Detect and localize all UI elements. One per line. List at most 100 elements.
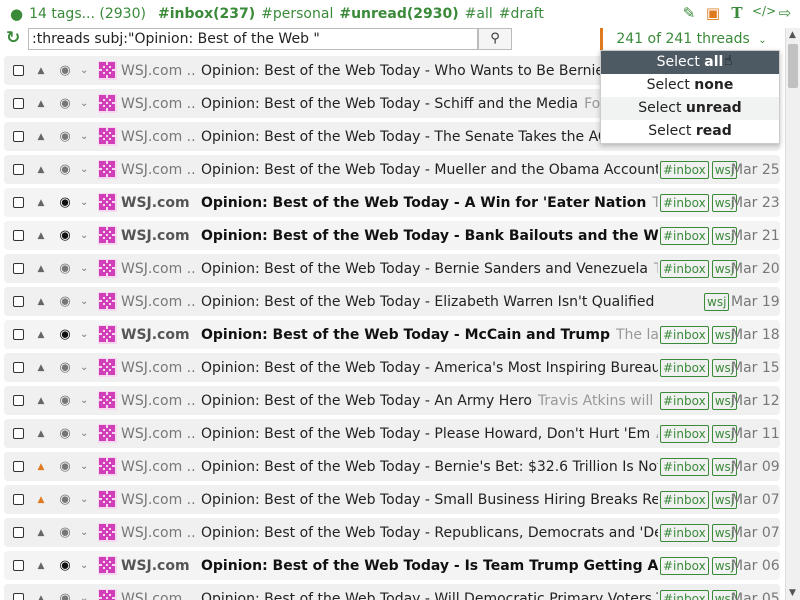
chevron-down-icon[interactable]: ⌄ <box>80 296 92 307</box>
scrollbar[interactable]: ▲ ▼ <box>785 28 800 600</box>
search-input[interactable] <box>28 28 478 50</box>
thread-row[interactable]: ▲ ◉ ⌄ WSJ.com ... Opinion: Best of the Web T… <box>4 287 780 316</box>
tag-link[interactable]: #unread(2930) <box>339 6 458 22</box>
tags-icon[interactable]: ● <box>10 5 23 23</box>
thread-row[interactable]: ▲ ◉ ⌄ WSJ.com ... Opinion: Best of the Web T… <box>4 452 780 481</box>
pin-icon[interactable]: ▲ <box>34 462 48 472</box>
scroll-thumb[interactable] <box>788 44 798 88</box>
thread-row[interactable]: ▲ ◉ ⌄ WSJ.com ... Opinion: Best of the Web T… <box>4 584 780 600</box>
subject-preview[interactable]: Opinion: Best of the Web Today - Mueller… <box>201 162 658 178</box>
pin-icon[interactable]: ▲ <box>34 495 48 505</box>
thread-count-dropdown[interactable]: 241 of 241 threads ⌄ <box>600 28 780 50</box>
pin-icon[interactable]: ▲ <box>34 528 48 538</box>
select-checkbox[interactable] <box>13 329 24 340</box>
eye-icon[interactable]: ◉ <box>56 591 74 600</box>
refresh-icon[interactable]: ↻ <box>6 28 20 48</box>
tag-badge[interactable]: #inbox <box>660 391 709 410</box>
scroll-up-icon[interactable]: ▲ <box>789 30 796 40</box>
select-checkbox[interactable] <box>13 197 24 208</box>
subject-preview[interactable]: Opinion: Best of the Web Today - Elizabe… <box>201 294 658 310</box>
chevron-down-icon[interactable]: ⌄ <box>80 230 92 241</box>
select-checkbox[interactable] <box>13 263 24 274</box>
select-menu-item[interactable]: Select all <box>601 51 779 74</box>
select-checkbox[interactable] <box>13 362 24 373</box>
tag-badge[interactable]: wsj <box>704 292 730 311</box>
subject-preview[interactable]: Opinion: Best of the Web Today - Will De… <box>201 591 658 600</box>
select-checkbox[interactable] <box>13 560 24 571</box>
eye-icon[interactable]: ◉ <box>56 195 74 210</box>
select-checkbox[interactable] <box>13 428 24 439</box>
pin-icon[interactable]: ▲ <box>34 165 48 175</box>
tag-badge[interactable]: #inbox <box>660 523 709 542</box>
pin-icon[interactable]: ▲ <box>34 363 48 373</box>
subject-preview[interactable]: Opinion: Best of the Web Today - Republi… <box>201 525 658 541</box>
subject-preview[interactable]: Opinion: Best of the Web Today - Is Team… <box>201 558 658 574</box>
chevron-down-icon[interactable]: ⌄ <box>80 593 92 600</box>
eye-icon[interactable]: ◉ <box>56 261 74 276</box>
select-checkbox[interactable] <box>13 494 24 505</box>
eye-icon[interactable]: ◉ <box>56 459 74 474</box>
select-checkbox[interactable] <box>13 65 24 76</box>
eye-icon[interactable]: ◉ <box>56 558 74 573</box>
tag-badge[interactable]: #inbox <box>660 424 709 443</box>
tag-badge[interactable]: #inbox <box>660 160 709 179</box>
thread-row[interactable]: ▲ ◉ ⌄ WSJ.com ... Opinion: Best of the Web T… <box>4 155 780 184</box>
eye-icon[interactable]: ◉ <box>56 294 74 309</box>
eye-icon[interactable]: ◉ <box>56 162 74 177</box>
image-icon[interactable]: ▣ <box>704 4 722 22</box>
subject-preview[interactable]: Opinion: Best of the Web Today - The Sen… <box>201 129 658 145</box>
all-tags-link[interactable]: 14 tags... (2930) <box>29 6 146 22</box>
eye-icon[interactable]: ◉ <box>56 426 74 441</box>
eye-icon[interactable]: ◉ <box>56 393 74 408</box>
pin-icon[interactable]: ▲ <box>34 132 48 142</box>
thread-row[interactable]: ▲ ◉ ⌄ WSJ.com ... Opinion: Best of the Web T… <box>4 419 780 448</box>
eye-icon[interactable]: ◉ <box>56 129 74 144</box>
code-icon[interactable]: </> <box>752 4 776 22</box>
pin-icon[interactable]: ▲ <box>34 99 48 109</box>
eye-icon[interactable]: ◉ <box>56 525 74 540</box>
select-menu-item[interactable]: Select none <box>601 74 779 97</box>
scroll-down-icon[interactable]: ▼ <box>789 588 796 598</box>
chevron-down-icon[interactable]: ⌄ <box>80 65 92 76</box>
text-format-icon[interactable]: T <box>728 4 746 22</box>
chevron-down-icon[interactable]: ⌄ <box>80 428 92 439</box>
tag-badge[interactable]: #inbox <box>660 325 709 344</box>
thread-row[interactable]: ▲ ◉ ⌄ WSJ.com ... Opinion: Best of the Web T… <box>4 386 780 415</box>
subject-preview[interactable]: Opinion: Best of the Web Today - Bernie … <box>201 261 658 277</box>
chevron-down-icon[interactable]: ⌄ <box>80 527 92 538</box>
pin-icon[interactable]: ▲ <box>34 198 48 208</box>
pin-icon[interactable]: ▲ <box>34 66 48 76</box>
thread-row[interactable]: ▲ ◉ ⌄ WSJ.com ... Opinion: Best of the Web T… <box>4 518 780 547</box>
tag-badge[interactable]: #inbox <box>660 193 709 212</box>
thread-row[interactable]: ▲ ◉ ⌄ WSJ.com ... Opinion: Best of the Web T… <box>4 551 780 580</box>
eye-icon[interactable]: ◉ <box>56 492 74 507</box>
thread-row[interactable]: ▲ ◉ ⌄ WSJ.com ... Opinion: Best of the Web T… <box>4 221 780 250</box>
subject-preview[interactable]: Opinion: Best of the Web Today - An Army… <box>201 393 658 409</box>
pin-icon[interactable]: ▲ <box>34 594 48 600</box>
subject-preview[interactable]: Opinion: Best of the Web Today - A Win f… <box>201 195 658 211</box>
select-checkbox[interactable] <box>13 395 24 406</box>
tag-badge[interactable]: #inbox <box>660 490 709 509</box>
select-menu-item[interactable]: Select read <box>601 120 779 143</box>
chevron-down-icon[interactable]: ⌄ <box>80 494 92 505</box>
subject-preview[interactable]: Opinion: Best of the Web Today - America… <box>201 360 658 376</box>
tag-badge[interactable]: #inbox <box>660 457 709 476</box>
select-checkbox[interactable] <box>13 164 24 175</box>
pin-icon[interactable]: ▲ <box>34 264 48 274</box>
chevron-down-icon[interactable]: ⌄ <box>80 98 92 109</box>
subject-preview[interactable]: Opinion: Best of the Web Today - Schiff … <box>201 96 658 112</box>
thread-row[interactable]: ▲ ◉ ⌄ WSJ.com ... Opinion: Best of the Web T… <box>4 485 780 514</box>
chevron-down-icon[interactable]: ⌄ <box>80 197 92 208</box>
select-checkbox[interactable] <box>13 461 24 472</box>
tag-badge[interactable]: #inbox <box>660 589 709 600</box>
pin-icon[interactable]: ▲ <box>34 231 48 241</box>
select-checkbox[interactable] <box>13 296 24 307</box>
chevron-down-icon[interactable]: ⌄ <box>80 263 92 274</box>
select-checkbox[interactable] <box>13 131 24 142</box>
chevron-down-icon[interactable]: ⌄ <box>80 329 92 340</box>
compose-icon[interactable]: ✎ <box>680 4 698 22</box>
subject-preview[interactable]: Opinion: Best of the Web Today - Who Wan… <box>201 63 658 79</box>
pin-icon[interactable]: ▲ <box>34 297 48 307</box>
logout-icon[interactable]: ⇨ <box>776 4 794 22</box>
chevron-down-icon[interactable]: ⌄ <box>80 560 92 571</box>
